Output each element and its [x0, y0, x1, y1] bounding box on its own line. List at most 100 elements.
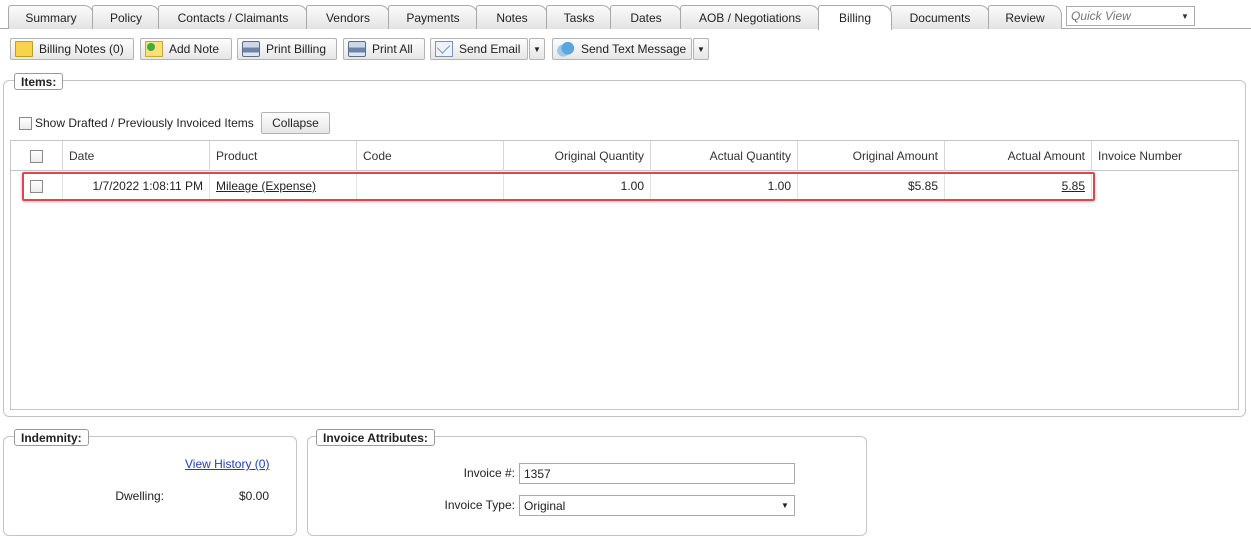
actual-amount-link[interactable]: 5.85 [1062, 179, 1085, 193]
indemnity-group [3, 436, 297, 536]
tab-strip: Summary Policy Contacts / Claimants Vend… [0, 0, 1251, 30]
collapse-label: Collapse [272, 116, 319, 130]
print-billing-label: Print Billing [266, 42, 327, 56]
cell-code [357, 172, 504, 200]
column-label: Actual Quantity [709, 149, 791, 163]
collapse-button[interactable]: Collapse [261, 112, 330, 134]
cell-actual-amount: 5.85 [945, 172, 1092, 200]
invoice-attributes-legend: Invoice Attributes: [316, 429, 435, 446]
column-header-date[interactable]: Date [63, 141, 210, 171]
cell-original-quantity: 1.00 [504, 172, 651, 200]
column-header-original-amount[interactable]: Original Amount [798, 141, 945, 171]
print-all-label: Print All [372, 42, 413, 56]
billing-notes-button[interactable]: Billing Notes (0) [10, 38, 134, 60]
column-header-original-quantity[interactable]: Original Quantity [504, 141, 651, 171]
invoice-attributes-group [307, 436, 867, 536]
column-label: Date [69, 149, 95, 163]
select-all-checkbox[interactable] [30, 149, 43, 163]
view-history-link[interactable]: View History (0) [185, 457, 269, 471]
chevron-down-icon[interactable]: ▼ [1176, 7, 1194, 25]
cell-date: 1/7/2022 1:08:11 PM [63, 172, 210, 200]
column-header-actual-amount[interactable]: Actual Amount [945, 141, 1092, 171]
cell-product: Mileage (Expense) [210, 172, 357, 200]
printer-icon [242, 41, 260, 57]
chevron-down-icon: ▼ [697, 44, 705, 54]
tab-payments[interactable]: Payments [388, 5, 478, 29]
add-note-label: Add Note [169, 42, 220, 56]
tab-policy[interactable]: Policy [92, 5, 160, 29]
tab-label: Review [1005, 10, 1045, 25]
items-legend: Items: [14, 73, 64, 90]
tab-label: Policy [109, 10, 142, 25]
show-drafted-toggle[interactable]: Show Drafted / Previously Invoiced Items [19, 116, 254, 130]
send-text-message-label: Send Text Message [581, 42, 687, 56]
quick-view-input[interactable] [1067, 8, 1175, 24]
invoice-number-input[interactable] [519, 463, 795, 484]
indemnity-legend: Indemnity: [14, 429, 89, 446]
column-label: Code [363, 149, 392, 163]
header-select-all [11, 141, 63, 171]
tab-tasks[interactable]: Tasks [546, 5, 612, 29]
column-label: Actual Amount [1007, 149, 1085, 163]
tab-contacts-claimants[interactable]: Contacts / Claimants [158, 5, 308, 29]
view-history-label: View History (0) [185, 457, 270, 471]
chevron-down-icon: ▼ [533, 44, 541, 54]
dwelling-value: $0.00 [238, 489, 269, 503]
grid-header: Date Product Code Original Quantity Actu… [11, 141, 1238, 171]
invoice-type-label: Invoice Type: [444, 498, 516, 512]
cell-actual-quantity: 1.00 [651, 172, 798, 200]
send-text-dropdown[interactable]: ▼ [693, 38, 709, 60]
tab-notes[interactable]: Notes [476, 5, 548, 29]
invoice-type-select[interactable]: Original ▼ [519, 495, 795, 516]
cell-invoice-number [1092, 172, 1238, 200]
cell-original-amount: $5.85 [798, 172, 945, 200]
tab-vendors[interactable]: Vendors [306, 5, 390, 29]
print-all-button[interactable]: Print All [343, 38, 425, 60]
tab-documents[interactable]: Documents [890, 5, 990, 29]
tab-label: Vendors [325, 10, 371, 25]
tab-review[interactable]: Review [988, 5, 1062, 29]
printer-icon [348, 41, 366, 57]
column-label: Invoice Number [1098, 149, 1183, 163]
column-label: Product [216, 149, 258, 163]
send-email-label: Send Email [459, 42, 521, 56]
tab-label: Documents [909, 10, 971, 25]
show-drafted-checkbox[interactable] [19, 116, 32, 130]
column-label: Original Amount [852, 149, 938, 163]
tab-billing[interactable]: Billing [818, 5, 892, 30]
chat-bubble-icon [557, 41, 575, 57]
tab-aob-negotiations[interactable]: AOB / Negotiations [680, 5, 820, 29]
tab-label: Tasks [563, 10, 595, 25]
send-text-message-button[interactable]: Send Text Message [552, 38, 692, 60]
print-billing-button[interactable]: Print Billing [237, 38, 337, 60]
invoice-number-label: Invoice #: [463, 466, 515, 480]
chevron-down-icon: ▼ [781, 501, 789, 510]
row-select-cell [11, 172, 63, 200]
column-label: Original Quantity [554, 149, 644, 163]
quick-view-select[interactable]: ▼ [1066, 6, 1195, 26]
product-link[interactable]: Mileage (Expense) [216, 179, 316, 193]
show-drafted-label: Show Drafted / Previously Invoiced Items [35, 116, 254, 130]
add-note-icon [145, 41, 163, 57]
note-icon [15, 41, 33, 57]
tab-label: Notes [496, 10, 528, 25]
invoice-type-value: Original [524, 498, 566, 513]
add-note-button[interactable]: Add Note [140, 38, 232, 60]
tab-label: Dates [630, 10, 662, 25]
tab-label: Summary [25, 10, 77, 25]
send-email-button[interactable]: Send Email [430, 38, 528, 60]
tab-label: Billing [838, 11, 871, 25]
tab-label: Contacts / Claimants [177, 10, 289, 25]
envelope-icon [435, 41, 453, 57]
tab-dates[interactable]: Dates [610, 5, 682, 29]
column-header-code[interactable]: Code [357, 141, 504, 171]
tab-summary[interactable]: Summary [8, 5, 94, 29]
dwelling-label: Dwelling: [115, 489, 164, 503]
column-header-actual-quantity[interactable]: Actual Quantity [651, 141, 798, 171]
column-header-invoice-number[interactable]: Invoice Number [1092, 141, 1238, 171]
billing-notes-label: Billing Notes (0) [39, 42, 124, 56]
column-header-product[interactable]: Product [210, 141, 357, 171]
tab-label: AOB / Negotiations [698, 10, 802, 25]
row-checkbox[interactable] [30, 179, 43, 193]
send-email-dropdown[interactable]: ▼ [529, 38, 545, 60]
